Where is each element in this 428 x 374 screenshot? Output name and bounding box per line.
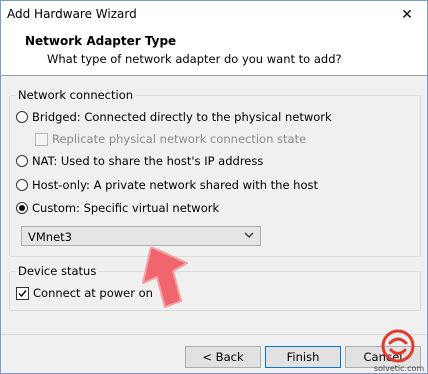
wizard-window: Add Hardware Wizard ✕ Network Adapter Ty…	[0, 0, 428, 374]
finish-button[interactable]: Finish	[265, 346, 341, 368]
wizard-header: Network Adapter Type What type of networ…	[1, 29, 427, 75]
title-bar: Add Hardware Wizard ✕	[1, 1, 427, 29]
page-subtitle: What type of network adapter do you want…	[47, 52, 342, 66]
radio-custom[interactable]: Custom: Specific virtual network	[16, 201, 219, 215]
virtual-network-value: VMnet3	[28, 230, 72, 244]
replicate-checkbox[interactable]	[35, 132, 48, 146]
radio-bridged-indicator[interactable]	[16, 111, 28, 123]
radio-bridged[interactable]: Bridged: Connected directly to the physi…	[16, 110, 332, 124]
device-status-label: Device status	[16, 264, 99, 278]
radio-nat[interactable]: NAT: Used to share the host's IP address	[16, 154, 263, 168]
radio-custom-label: Custom: Specific virtual network	[32, 201, 220, 215]
radio-custom-indicator[interactable]	[16, 202, 28, 214]
radio-host-only-indicator[interactable]	[16, 179, 28, 191]
pointer-arrow-icon	[137, 246, 193, 316]
connect-at-power-on-label: Connect at power on	[33, 286, 153, 300]
chevron-down-icon	[244, 230, 254, 243]
watermark-text: solvetic.com	[373, 364, 425, 373]
replicate-label: Replicate physical network connection st…	[52, 132, 307, 146]
close-button[interactable]: ✕	[387, 1, 427, 29]
window-title: Add Hardware Wizard	[7, 7, 137, 21]
page-title: Network Adapter Type	[25, 34, 177, 48]
footer-divider	[1, 334, 427, 335]
radio-nat-label: NAT: Used to share the host's IP address	[32, 154, 264, 168]
connect-at-power-on-row[interactable]: Connect at power on	[16, 286, 153, 300]
radio-bridged-label: Bridged: Connected directly to the physi…	[32, 110, 332, 124]
replicate-checkbox-row[interactable]: Replicate physical network connection st…	[35, 132, 306, 146]
checkmark-icon	[18, 289, 27, 297]
radio-nat-indicator[interactable]	[16, 155, 28, 167]
close-icon: ✕	[401, 7, 413, 23]
back-button[interactable]: < Back	[185, 346, 261, 368]
connect-at-power-on-checkbox[interactable]	[16, 286, 29, 300]
network-connection-label: Network connection	[16, 88, 136, 102]
solvetic-logo-icon	[373, 329, 423, 366]
radio-host-only-label: Host-only: A private network shared with…	[32, 178, 319, 192]
virtual-network-dropdown[interactable]: VMnet3	[21, 226, 261, 246]
header-divider	[1, 75, 427, 76]
radio-host-only[interactable]: Host-only: A private network shared with…	[16, 178, 318, 192]
